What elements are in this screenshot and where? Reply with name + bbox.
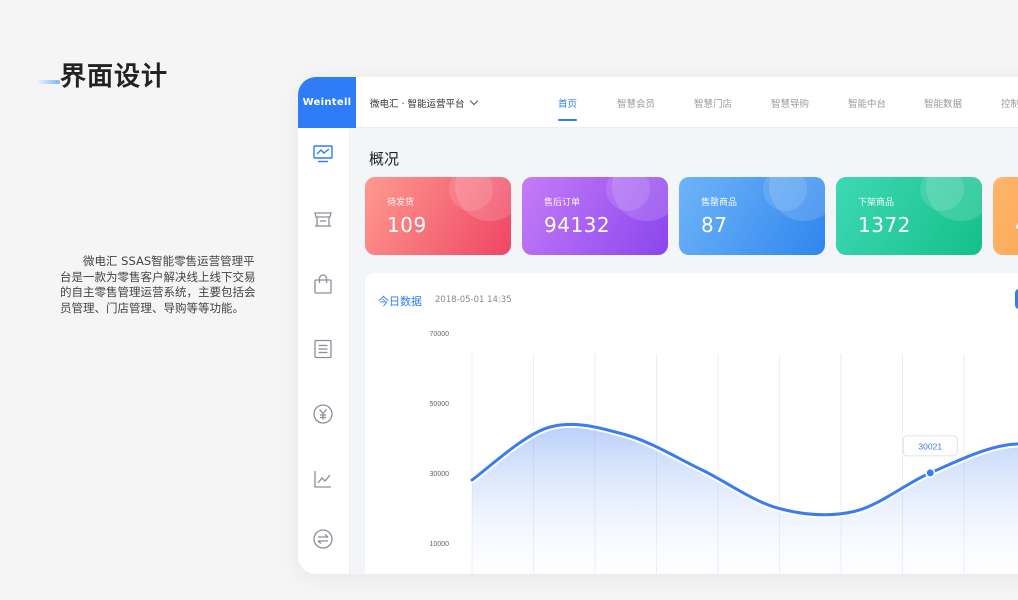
y-tick-label: 30000 xyxy=(430,471,450,478)
top-nav-bar: 微电汇 · 智能运营平台 首页 智慧会员 智慧门店 智慧导购 智能中台 智能数据… xyxy=(356,77,1018,128)
stat-label: 售罄商品 xyxy=(701,198,738,208)
stat-card-extra[interactable]: 4 xyxy=(993,177,1018,255)
intro-accent-bar xyxy=(38,80,60,84)
today-data-panel: 70000 50000 30000 10000 30021 今日数据 2018-05-0… xyxy=(365,273,1018,574)
intro-description: 微电汇 SSAS智能零售运营管理平台是一款为零售客户解决线上线下交易的自主零售管… xyxy=(60,254,256,315)
sidebar xyxy=(298,128,350,574)
today-data-date: 2018-05-01 14:35 xyxy=(435,295,512,305)
tab-home[interactable]: 首页 xyxy=(558,96,578,121)
highlight-point xyxy=(926,469,934,477)
stat-label: 待发货 xyxy=(387,198,415,208)
stat-label: 下架商品 xyxy=(858,198,895,208)
app-logo[interactable]: Weintell xyxy=(298,77,356,128)
highlight-tooltip-value: 30021 xyxy=(918,441,942,451)
document-list-icon[interactable] xyxy=(312,338,334,360)
monitor-chart-icon[interactable] xyxy=(312,143,334,165)
platform-name: 微电汇 · 智能运营平台 xyxy=(370,99,465,110)
stat-card-pending-shipment[interactable]: 待发货 109 xyxy=(365,177,511,255)
today-area-chart: 70000 50000 30000 10000 30021 xyxy=(430,331,1018,574)
y-tick-label: 50000 xyxy=(430,401,450,408)
tab-smart-middle[interactable]: 智能中台 xyxy=(848,96,886,110)
page-title: 概况 xyxy=(369,150,400,168)
chevron-down-icon xyxy=(469,96,478,106)
exchange-icon[interactable] xyxy=(312,528,334,550)
tab-smart-member[interactable]: 智慧会员 xyxy=(617,96,655,110)
stat-card-after-sale-orders[interactable]: 售后订单 94132 xyxy=(522,177,668,255)
intro-title: 界面设计 xyxy=(60,62,169,92)
stat-value: 1372 xyxy=(858,213,911,237)
trend-chart-icon[interactable] xyxy=(312,468,334,490)
yen-coin-icon[interactable] xyxy=(312,403,334,425)
stat-label: 售后订单 xyxy=(544,198,581,208)
main-content: 概况 待发货 109 售后订单 94132 售罄商品 87 下架商品 1372 … xyxy=(350,128,1018,574)
stat-value: 109 xyxy=(387,213,427,237)
platform-switcher[interactable]: 微电汇 · 智能运营平台 xyxy=(370,96,478,110)
storefront-icon[interactable] xyxy=(312,208,334,230)
stat-card-delisted[interactable]: 下架商品 1372 xyxy=(836,177,982,255)
tab-control[interactable]: 控制 xyxy=(1001,96,1018,110)
y-tick-label: 10000 xyxy=(430,541,450,548)
today-data-title: 今日数据 xyxy=(378,295,422,308)
app-window: Weintell 微电汇 · 智能运营平台 首页 智慧会员 智慧门店 智慧导购 … xyxy=(298,77,1018,574)
y-tick-label: 70000 xyxy=(430,331,450,338)
stat-card-sold-out[interactable]: 售罄商品 87 xyxy=(679,177,825,255)
stat-value: 87 xyxy=(701,213,728,237)
tab-smart-store[interactable]: 智慧门店 xyxy=(694,96,732,110)
tab-smart-data[interactable]: 智能数据 xyxy=(924,96,962,110)
shopping-bag-icon[interactable] xyxy=(312,273,334,295)
tab-smart-guide[interactable]: 智慧导购 xyxy=(771,96,809,110)
stat-value: 94132 xyxy=(544,213,611,237)
